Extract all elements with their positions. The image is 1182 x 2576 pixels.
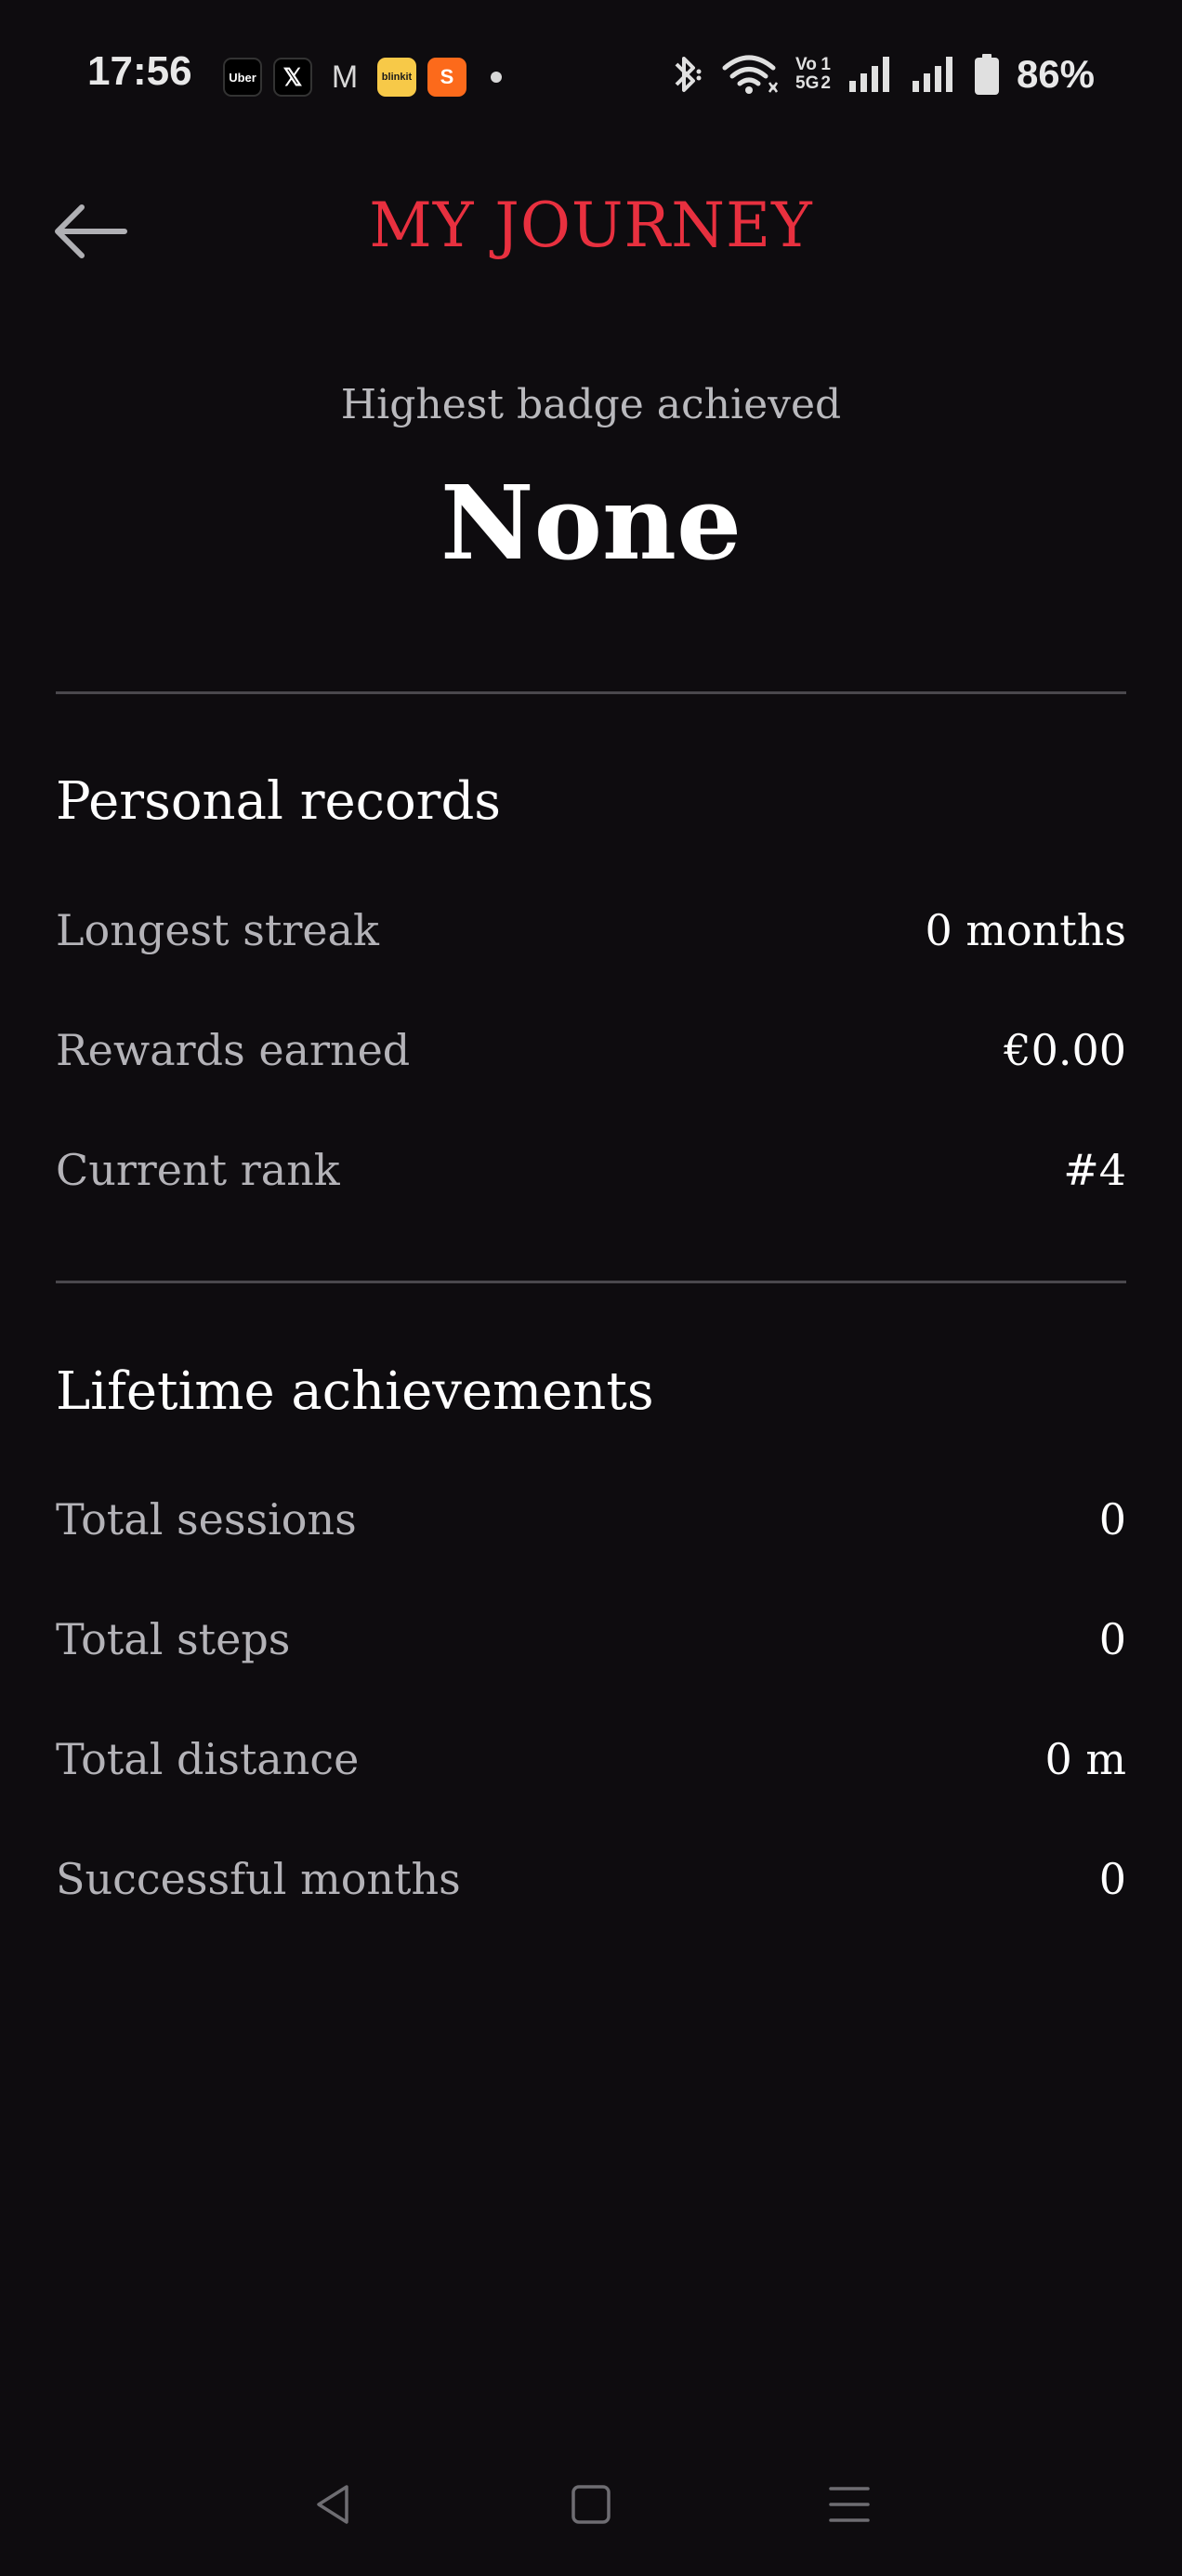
- status-bar: 17:56 Uber 𝕏 M blinkit S Vo 5G 1 2 86%: [0, 0, 1182, 156]
- row-value: €0.00: [1004, 1025, 1126, 1075]
- notification-icons: Uber 𝕏 M blinkit S: [223, 58, 502, 97]
- sim1-label: 1: [821, 55, 831, 74]
- badge-caption: Highest badge achieved: [340, 381, 842, 428]
- row-value: #4: [1063, 1145, 1126, 1195]
- record-row-current-rank: Current rank #4: [56, 1139, 1126, 1201]
- row-label: Total sessions: [56, 1494, 357, 1544]
- triangle-back-icon: [317, 2485, 348, 2524]
- record-row-longest-streak: Longest streak 0 months: [56, 900, 1126, 961]
- blinkit-icon: blinkit: [377, 58, 416, 97]
- achievement-row-total-distance: Total distance 0 m: [56, 1728, 1126, 1790]
- bluetooth-icon: [675, 57, 702, 92]
- row-label: Total distance: [56, 1734, 360, 1784]
- menu-lines-icon: [829, 2487, 870, 2522]
- sim2-label: 2: [821, 73, 831, 93]
- battery-icon: [974, 54, 999, 95]
- row-label: Successful months: [56, 1854, 461, 1904]
- row-label: Longest streak: [56, 905, 379, 955]
- app-header: MY JOURNEY: [0, 156, 1182, 305]
- achievement-row-total-steps: Total steps 0: [56, 1609, 1126, 1670]
- row-label: Rewards earned: [56, 1025, 411, 1075]
- achievement-row-successful-months: Successful months 0: [56, 1848, 1126, 1910]
- gmail-icon: M: [331, 59, 359, 95]
- nav-recents-button[interactable]: [812, 2472, 886, 2537]
- row-value: 0 months: [925, 905, 1126, 955]
- signal-sim2-icon: [912, 57, 952, 92]
- row-value: 0: [1098, 1494, 1126, 1544]
- divider: [56, 1281, 1126, 1283]
- row-value: 0: [1098, 1854, 1126, 1904]
- nav-back-button[interactable]: [296, 2472, 370, 2537]
- battery-percent: 86%: [1016, 52, 1095, 96]
- square-home-icon: [571, 2485, 611, 2524]
- highest-badge-value: None: [440, 463, 742, 583]
- signal-sim1-icon: [848, 57, 889, 92]
- lifetime-achievements-title: Lifetime achievements: [56, 1361, 654, 1422]
- system-icons: Vo 5G 1 2 86%: [667, 52, 1095, 97]
- swiggy-icon: S: [427, 58, 466, 97]
- nav-home-button[interactable]: [554, 2472, 628, 2537]
- row-value: 0: [1098, 1614, 1126, 1664]
- more-notifications-dot-icon: [491, 72, 502, 83]
- system-navigation-bar: [0, 2453, 1182, 2556]
- page-title: MY JOURNEY: [369, 190, 813, 261]
- volte-top-label: Vo: [795, 55, 817, 74]
- row-value: 0 m: [1044, 1734, 1126, 1784]
- volte-bottom-label: 5G: [795, 73, 820, 93]
- status-time: 17:56: [87, 48, 192, 94]
- personal-records-title: Personal records: [56, 771, 502, 832]
- record-row-rewards-earned: Rewards earned €0.00: [56, 1019, 1126, 1081]
- x-icon: 𝕏: [273, 58, 312, 97]
- uber-icon: Uber: [223, 58, 262, 97]
- row-label: Current rank: [56, 1145, 340, 1195]
- achievement-row-total-sessions: Total sessions 0: [56, 1489, 1126, 1550]
- volte-indicator: Vo 5G 1 2: [795, 56, 831, 93]
- wifi-icon: [722, 55, 779, 94]
- row-label: Total steps: [56, 1614, 291, 1664]
- divider: [56, 691, 1126, 694]
